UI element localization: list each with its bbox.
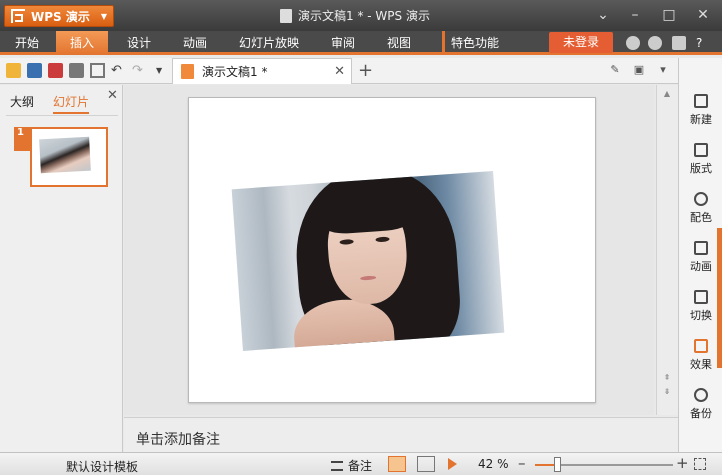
inserted-photo[interactable]: [231, 171, 505, 351]
slide-thumbnail[interactable]: [30, 127, 108, 187]
window-title-text: 演示文稿1 * - WPS 演示: [298, 9, 430, 23]
document-icon: [280, 8, 292, 23]
clean-icon[interactable]: ✎: [608, 63, 622, 77]
chevron-down-icon: ▼: [100, 11, 107, 21]
customize-toolbar-icon[interactable]: ▼: [156, 63, 171, 78]
normal-view-button[interactable]: [388, 456, 406, 472]
window-title: 演示文稿1 * - WPS 演示: [280, 7, 430, 24]
effects-icon: [694, 339, 708, 353]
vertical-scrollbar[interactable]: ▲ ⇞ ⇟: [656, 85, 678, 415]
window-mode-icon[interactable]: ▣: [632, 63, 646, 77]
new-icon: [694, 94, 708, 108]
editing-canvas: [124, 85, 654, 415]
presentation-icon: [181, 64, 194, 79]
title-bar: WPS 演示 ▼ 演示文稿1 * - WPS 演示 ⌄ – □ ✕: [0, 0, 722, 31]
notes-toggle-label: 备注: [348, 459, 373, 473]
backup-icon: [694, 388, 708, 402]
pane-effects[interactable]: 效果: [679, 335, 722, 379]
new-tab-button[interactable]: +: [358, 60, 373, 81]
tab-animation[interactable]: 动画: [170, 31, 220, 55]
tab-features[interactable]: 特色功能: [442, 31, 499, 55]
ribbon-tabs: 开始 插入 设计 动画 幻灯片放映 审阅 视图 特色功能 未登录 ?: [0, 31, 722, 55]
tab-slides[interactable]: 幻灯片: [53, 93, 90, 114]
divider: [6, 115, 118, 116]
play-slideshow-button[interactable]: [444, 456, 462, 472]
design-template-label[interactable]: 默认设计模板: [66, 458, 138, 475]
pane-transition[interactable]: 切换: [679, 286, 722, 330]
pane-new[interactable]: 新建: [679, 90, 722, 134]
minimize-button[interactable]: –: [622, 4, 648, 26]
pane-layout[interactable]: 版式: [679, 139, 722, 183]
zoom-level: 42 %: [478, 457, 509, 471]
next-slide-icon[interactable]: ⇟: [661, 387, 673, 397]
animation-icon: [694, 241, 708, 255]
tab-slideshow[interactable]: 幻灯片放映: [232, 31, 306, 55]
zoom-in-button[interactable]: +: [676, 454, 689, 472]
login-button[interactable]: 未登录: [549, 32, 613, 53]
notes-icon: [331, 460, 343, 471]
pane-backup[interactable]: 备份: [679, 384, 722, 428]
quick-access-toolbar: ↶ ↷ ▼ 演示文稿1 * ✕ + ✎ ▣ ▾: [0, 58, 678, 84]
task-pane-toggle[interactable]: [717, 228, 722, 368]
fit-window-button[interactable]: [694, 458, 706, 470]
scroll-up-icon[interactable]: ▲: [661, 89, 673, 99]
slide-number: 1: [14, 127, 30, 151]
layout-icon: [694, 143, 708, 157]
app-menu-button[interactable]: WPS 演示 ▼: [4, 5, 114, 27]
help-icon[interactable]: ?: [696, 36, 710, 50]
slide-sorter-button[interactable]: [417, 456, 435, 472]
skin-icon[interactable]: [626, 36, 640, 50]
undo-icon[interactable]: ↶: [111, 63, 126, 78]
document-tab[interactable]: 演示文稿1 * ✕: [172, 58, 352, 84]
dropdown-icon[interactable]: ▾: [656, 63, 670, 77]
tab-design[interactable]: 设计: [114, 31, 164, 55]
export-pdf-icon[interactable]: [48, 63, 63, 78]
task-pane: 新建 版式 配色 动画 切换 效果 备份: [678, 58, 722, 452]
tab-view[interactable]: 视图: [376, 31, 422, 55]
maximize-button[interactable]: □: [656, 4, 682, 26]
redo-icon[interactable]: ↷: [132, 63, 147, 78]
document-tab-title: 演示文稿1 *: [202, 65, 268, 79]
open-icon[interactable]: [6, 63, 21, 78]
close-button[interactable]: ✕: [690, 4, 716, 26]
print-icon[interactable]: [69, 63, 84, 78]
tab-outline[interactable]: 大纲: [10, 93, 34, 110]
app-name: WPS 演示: [31, 9, 90, 24]
pane-animation[interactable]: 动画: [679, 237, 722, 281]
slide[interactable]: [188, 97, 596, 403]
previous-slide-icon[interactable]: ⇞: [661, 373, 673, 383]
transition-icon: [694, 290, 708, 304]
tab-review[interactable]: 审阅: [320, 31, 366, 55]
feedback-icon[interactable]: [648, 36, 662, 50]
zoom-out-button[interactable]: –: [518, 454, 526, 472]
palette-icon: [694, 192, 708, 206]
notes-toggle-button[interactable]: 备注: [331, 457, 372, 474]
close-panel-icon[interactable]: ✕: [107, 88, 118, 103]
print-preview-icon[interactable]: [90, 63, 105, 78]
thumbnail-photo: [39, 136, 91, 174]
zoom-slider-thumb[interactable]: [554, 457, 561, 472]
status-bar: 默认设计模板 备注 42 % – +: [0, 452, 722, 475]
settings-icon[interactable]: [672, 36, 686, 50]
notes-placeholder[interactable]: 单击添加备注: [136, 429, 220, 449]
tab-home[interactable]: 开始: [4, 31, 50, 55]
tab-insert[interactable]: 插入: [56, 31, 108, 55]
save-icon[interactable]: [27, 63, 42, 78]
wps-logo-icon: [11, 9, 25, 23]
close-tab-icon[interactable]: ✕: [334, 64, 345, 79]
slides-panel: 大纲 幻灯片 ✕ 1: [0, 85, 123, 452]
notes-pane[interactable]: 单击添加备注: [124, 417, 678, 452]
ribbon-collapse-button[interactable]: ⌄: [590, 4, 616, 26]
pane-color-scheme[interactable]: 配色: [679, 188, 722, 232]
